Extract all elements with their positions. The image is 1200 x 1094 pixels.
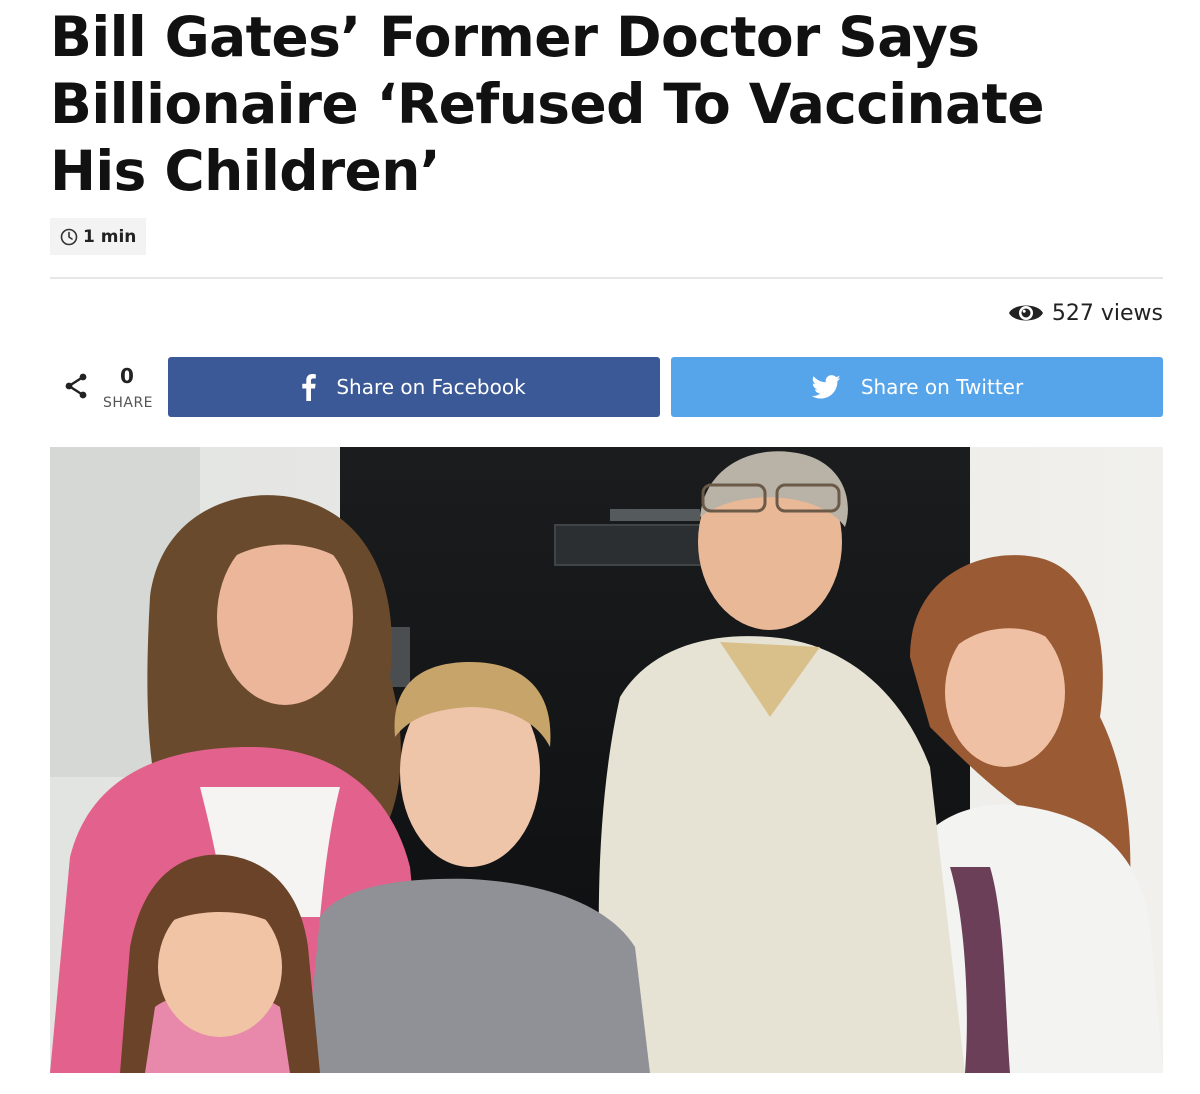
- title-line-1: Bill Gates’ Former Doctor Says: [50, 5, 980, 69]
- eye-icon: [1008, 300, 1044, 326]
- share-count-label: SHARE: [102, 395, 154, 411]
- share-twitter-button[interactable]: Share on Twitter: [671, 357, 1163, 417]
- read-time-text: 1 min: [83, 226, 137, 247]
- header-divider: [50, 277, 1163, 279]
- clock-icon: [60, 228, 78, 246]
- share-icon[interactable]: [64, 373, 88, 403]
- article-page: Bill Gates’ Former Doctor Says Billionai…: [0, 0, 1200, 1094]
- featured-image: [50, 447, 1163, 1073]
- title-line-2: Billionaire ‘Refused To Vaccinate: [50, 72, 1045, 136]
- read-time-badge: 1 min: [50, 218, 147, 255]
- share-count-number: 0: [120, 364, 134, 388]
- title-line-3: His Children’: [50, 139, 441, 203]
- article-title: Bill Gates’ Former Doctor Says Billionai…: [50, 4, 1180, 205]
- twitter-icon: [811, 375, 841, 399]
- view-count: 527 views: [1008, 296, 1163, 330]
- share-facebook-button[interactable]: Share on Facebook: [168, 357, 660, 417]
- view-count-text: 527 views: [1051, 300, 1163, 326]
- share-counter: 0 SHARE: [60, 364, 160, 416]
- share-facebook-label: Share on Facebook: [336, 375, 526, 399]
- share-twitter-label: Share on Twitter: [860, 375, 1024, 399]
- facebook-icon: [302, 373, 317, 401]
